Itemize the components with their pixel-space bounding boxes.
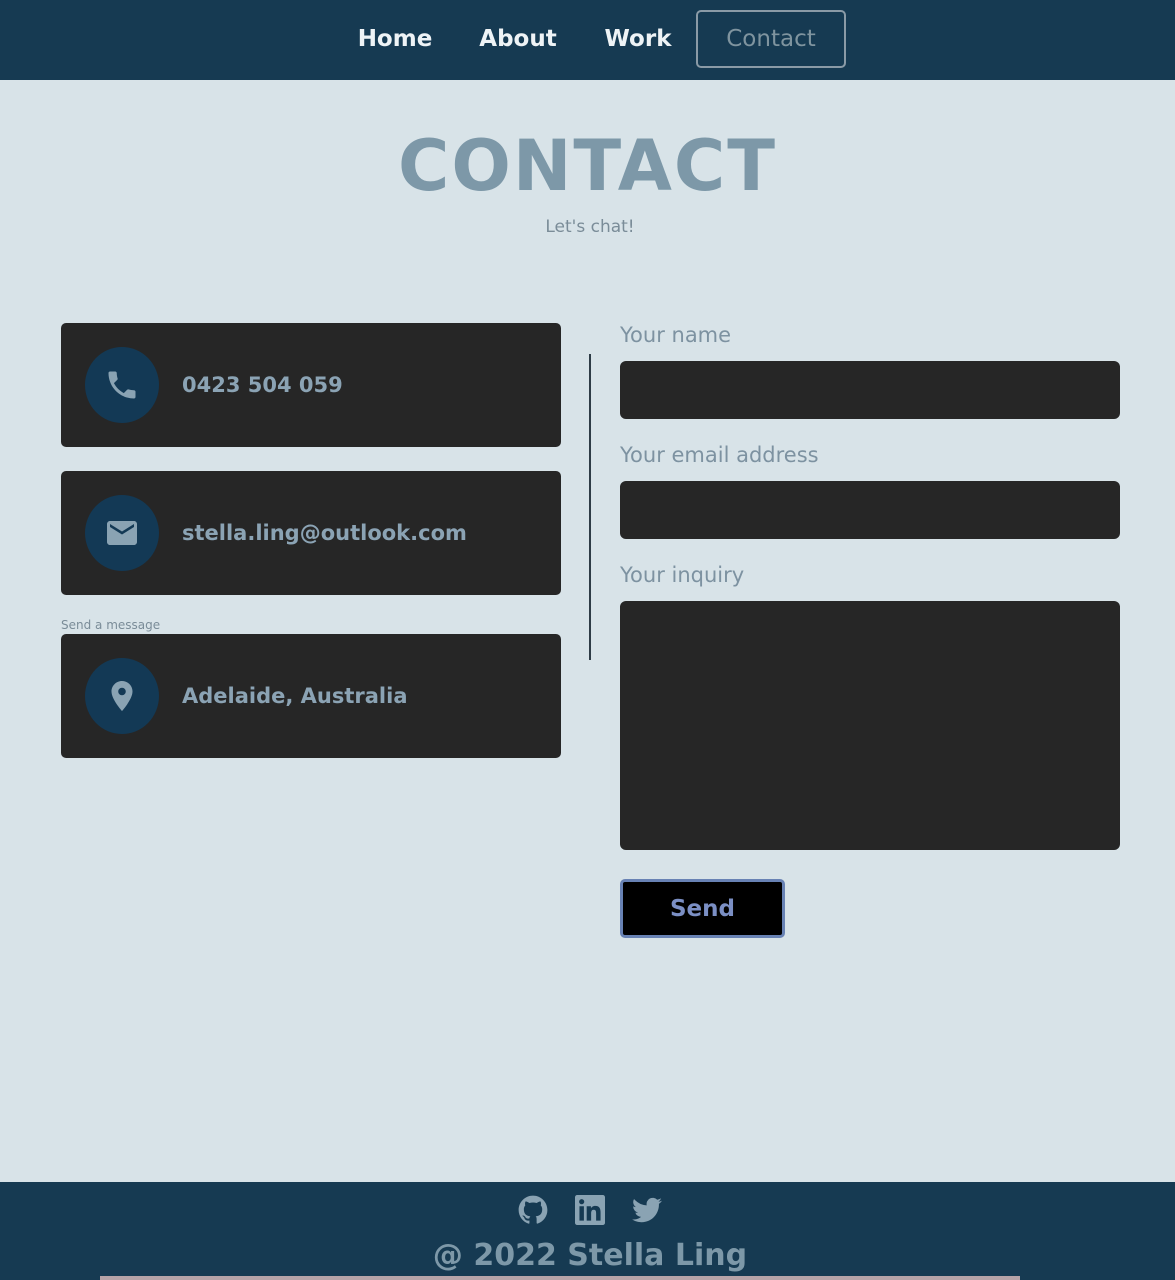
top-nav: Home About Work Contact <box>0 0 1175 80</box>
footer-strip <box>100 1276 1020 1280</box>
map-pin-icon <box>85 658 159 734</box>
nav-link-about[interactable]: About <box>468 10 568 68</box>
inquiry-textarea[interactable] <box>620 601 1120 850</box>
name-label: Your name <box>620 323 732 347</box>
page-title: CONTACT <box>397 125 778 207</box>
nav-link-work[interactable]: Work <box>592 10 684 68</box>
location-text: Adelaide, Australia <box>182 684 408 708</box>
inquiry-label: Your inquiry <box>620 563 745 587</box>
footer: @ 2022 Stella Ling <box>0 1182 1175 1280</box>
phone-card[interactable]: 0423 504 059 <box>61 323 561 447</box>
phone-icon <box>85 347 159 423</box>
email-field[interactable] <box>620 481 1120 539</box>
location-card: Adelaide, Australia <box>61 634 561 758</box>
envelope-icon <box>85 495 159 571</box>
email-address: stella.ling@outlook.com <box>182 521 467 545</box>
twitter-icon[interactable] <box>631 1194 663 1226</box>
send-button[interactable]: Send <box>620 879 785 938</box>
linkedin-icon[interactable] <box>574 1194 606 1226</box>
name-field[interactable] <box>620 361 1120 419</box>
github-icon[interactable] <box>517 1194 549 1226</box>
email-card[interactable]: stella.ling@outlook.com <box>61 471 561 595</box>
copyright-text: @ 2022 Stella Ling <box>432 1238 748 1273</box>
nav-link-home[interactable]: Home <box>346 10 444 68</box>
send-message-label: Send a message <box>61 618 161 632</box>
vertical-divider <box>589 354 591 660</box>
page-subtitle: Let's chat! <box>545 217 635 237</box>
phone-number: 0423 504 059 <box>182 373 343 397</box>
nav-link-contact[interactable]: Contact <box>696 10 846 68</box>
email-label: Your email address <box>620 443 819 467</box>
